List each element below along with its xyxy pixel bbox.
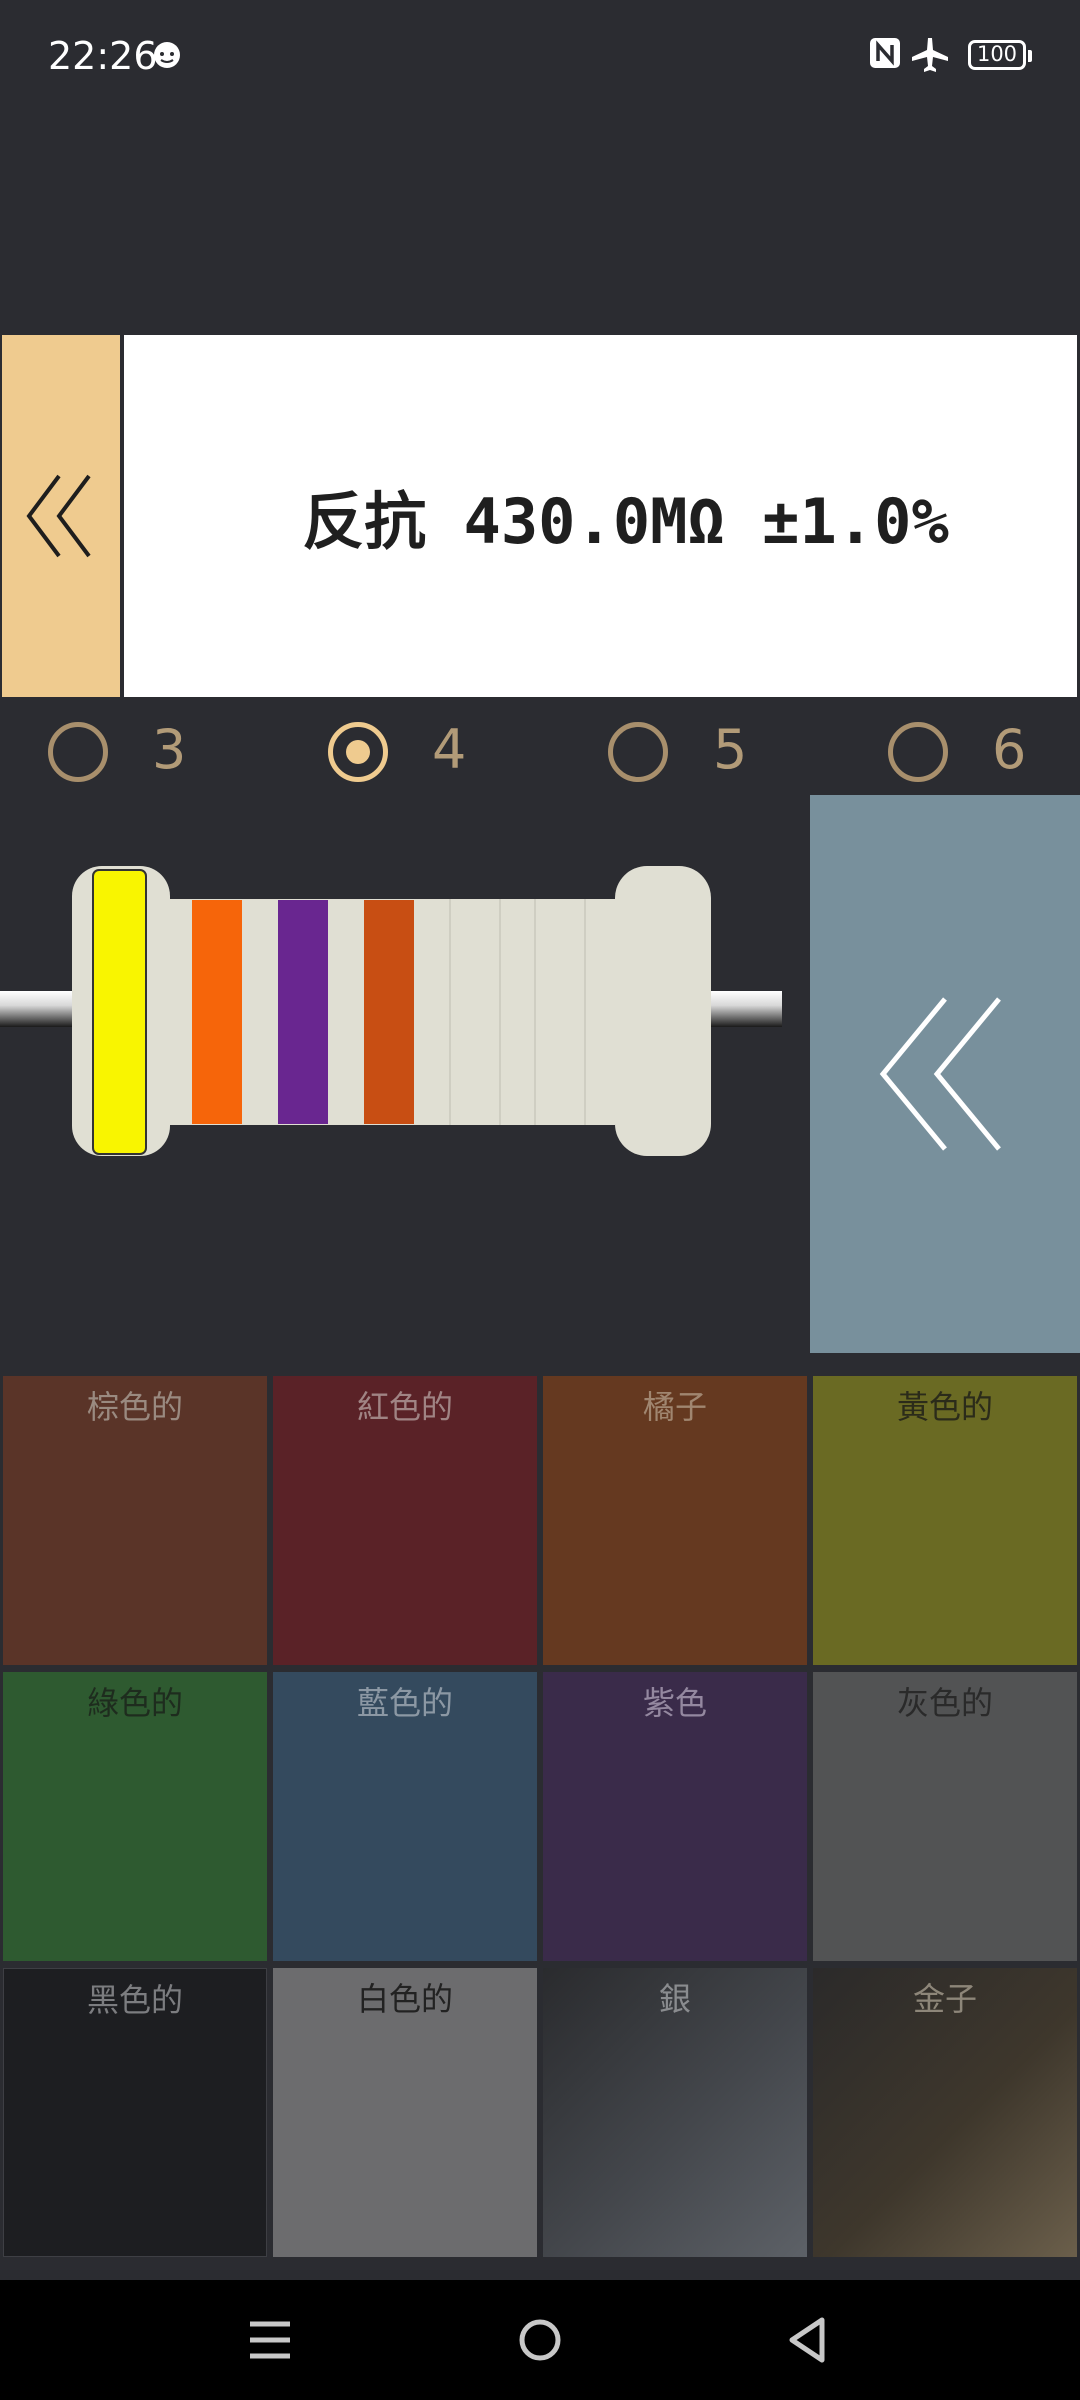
band-4-label: 4 (432, 718, 467, 781)
color-white[interactable]: 白色的 (273, 1968, 537, 2257)
band-6-label: 6 (992, 718, 1027, 781)
band-3-radio[interactable] (48, 722, 108, 782)
system-nav-bar (0, 2280, 1080, 2400)
back-icon[interactable] (786, 2316, 830, 2364)
color-gray[interactable]: 灰色的 (813, 1672, 1077, 1961)
collapse-right-button[interactable] (810, 795, 1080, 1353)
color-yellow[interactable]: 黃色的 (813, 1376, 1077, 1665)
menu-icon[interactable] (248, 2318, 292, 2362)
color-purple[interactable]: 紫色 (543, 1672, 807, 1961)
double-chevron-left-icon (879, 997, 1001, 1151)
color-silver[interactable]: 銀 (543, 1968, 807, 2257)
color-brown[interactable]: 棕色的 (3, 1376, 267, 1665)
band-count-selector: 3 4 5 6 (0, 710, 1080, 790)
collapse-left-button[interactable] (2, 335, 124, 697)
color-black[interactable]: 黑色的 (3, 1968, 267, 2257)
resistor-band-4[interactable] (364, 900, 414, 1124)
color-gold[interactable]: 金子 (813, 1968, 1077, 2257)
band-3-label: 3 (152, 718, 187, 781)
resistance-result: 反抗 430.0MΩ ±1.0% (302, 485, 949, 558)
face-icon (154, 42, 180, 68)
resistor-band-2[interactable] (192, 900, 242, 1124)
status-time: 22:26 (48, 34, 158, 78)
result-panel: 反抗 430.0MΩ ±1.0% (124, 335, 1077, 697)
band-5-radio[interactable] (608, 722, 668, 782)
resistor-cap-right (615, 866, 711, 1156)
battery-icon: 100 (968, 40, 1032, 70)
status-bar: 22:26 100 (0, 0, 1080, 110)
band-4-radio[interactable] (328, 722, 388, 782)
resistor-lead-right (700, 991, 782, 1027)
resistor-band-3[interactable] (278, 900, 328, 1124)
color-blue[interactable]: 藍色的 (273, 1672, 537, 1961)
color-red[interactable]: 紅色的 (273, 1376, 537, 1665)
battery-level: 100 (976, 42, 1018, 66)
resistor-lead-left (0, 991, 80, 1027)
color-orange[interactable]: 橘子 (543, 1376, 807, 1665)
airplane-icon (912, 38, 948, 72)
resistor-diagram (0, 866, 782, 1156)
band-6-radio[interactable] (888, 722, 948, 782)
double-chevron-left-icon (26, 474, 91, 558)
resistor-band-1[interactable] (92, 869, 147, 1155)
color-green[interactable]: 綠色的 (3, 1672, 267, 1961)
nfc-icon (870, 38, 900, 68)
home-icon[interactable] (518, 2318, 562, 2362)
band-5-label: 5 (713, 718, 748, 781)
